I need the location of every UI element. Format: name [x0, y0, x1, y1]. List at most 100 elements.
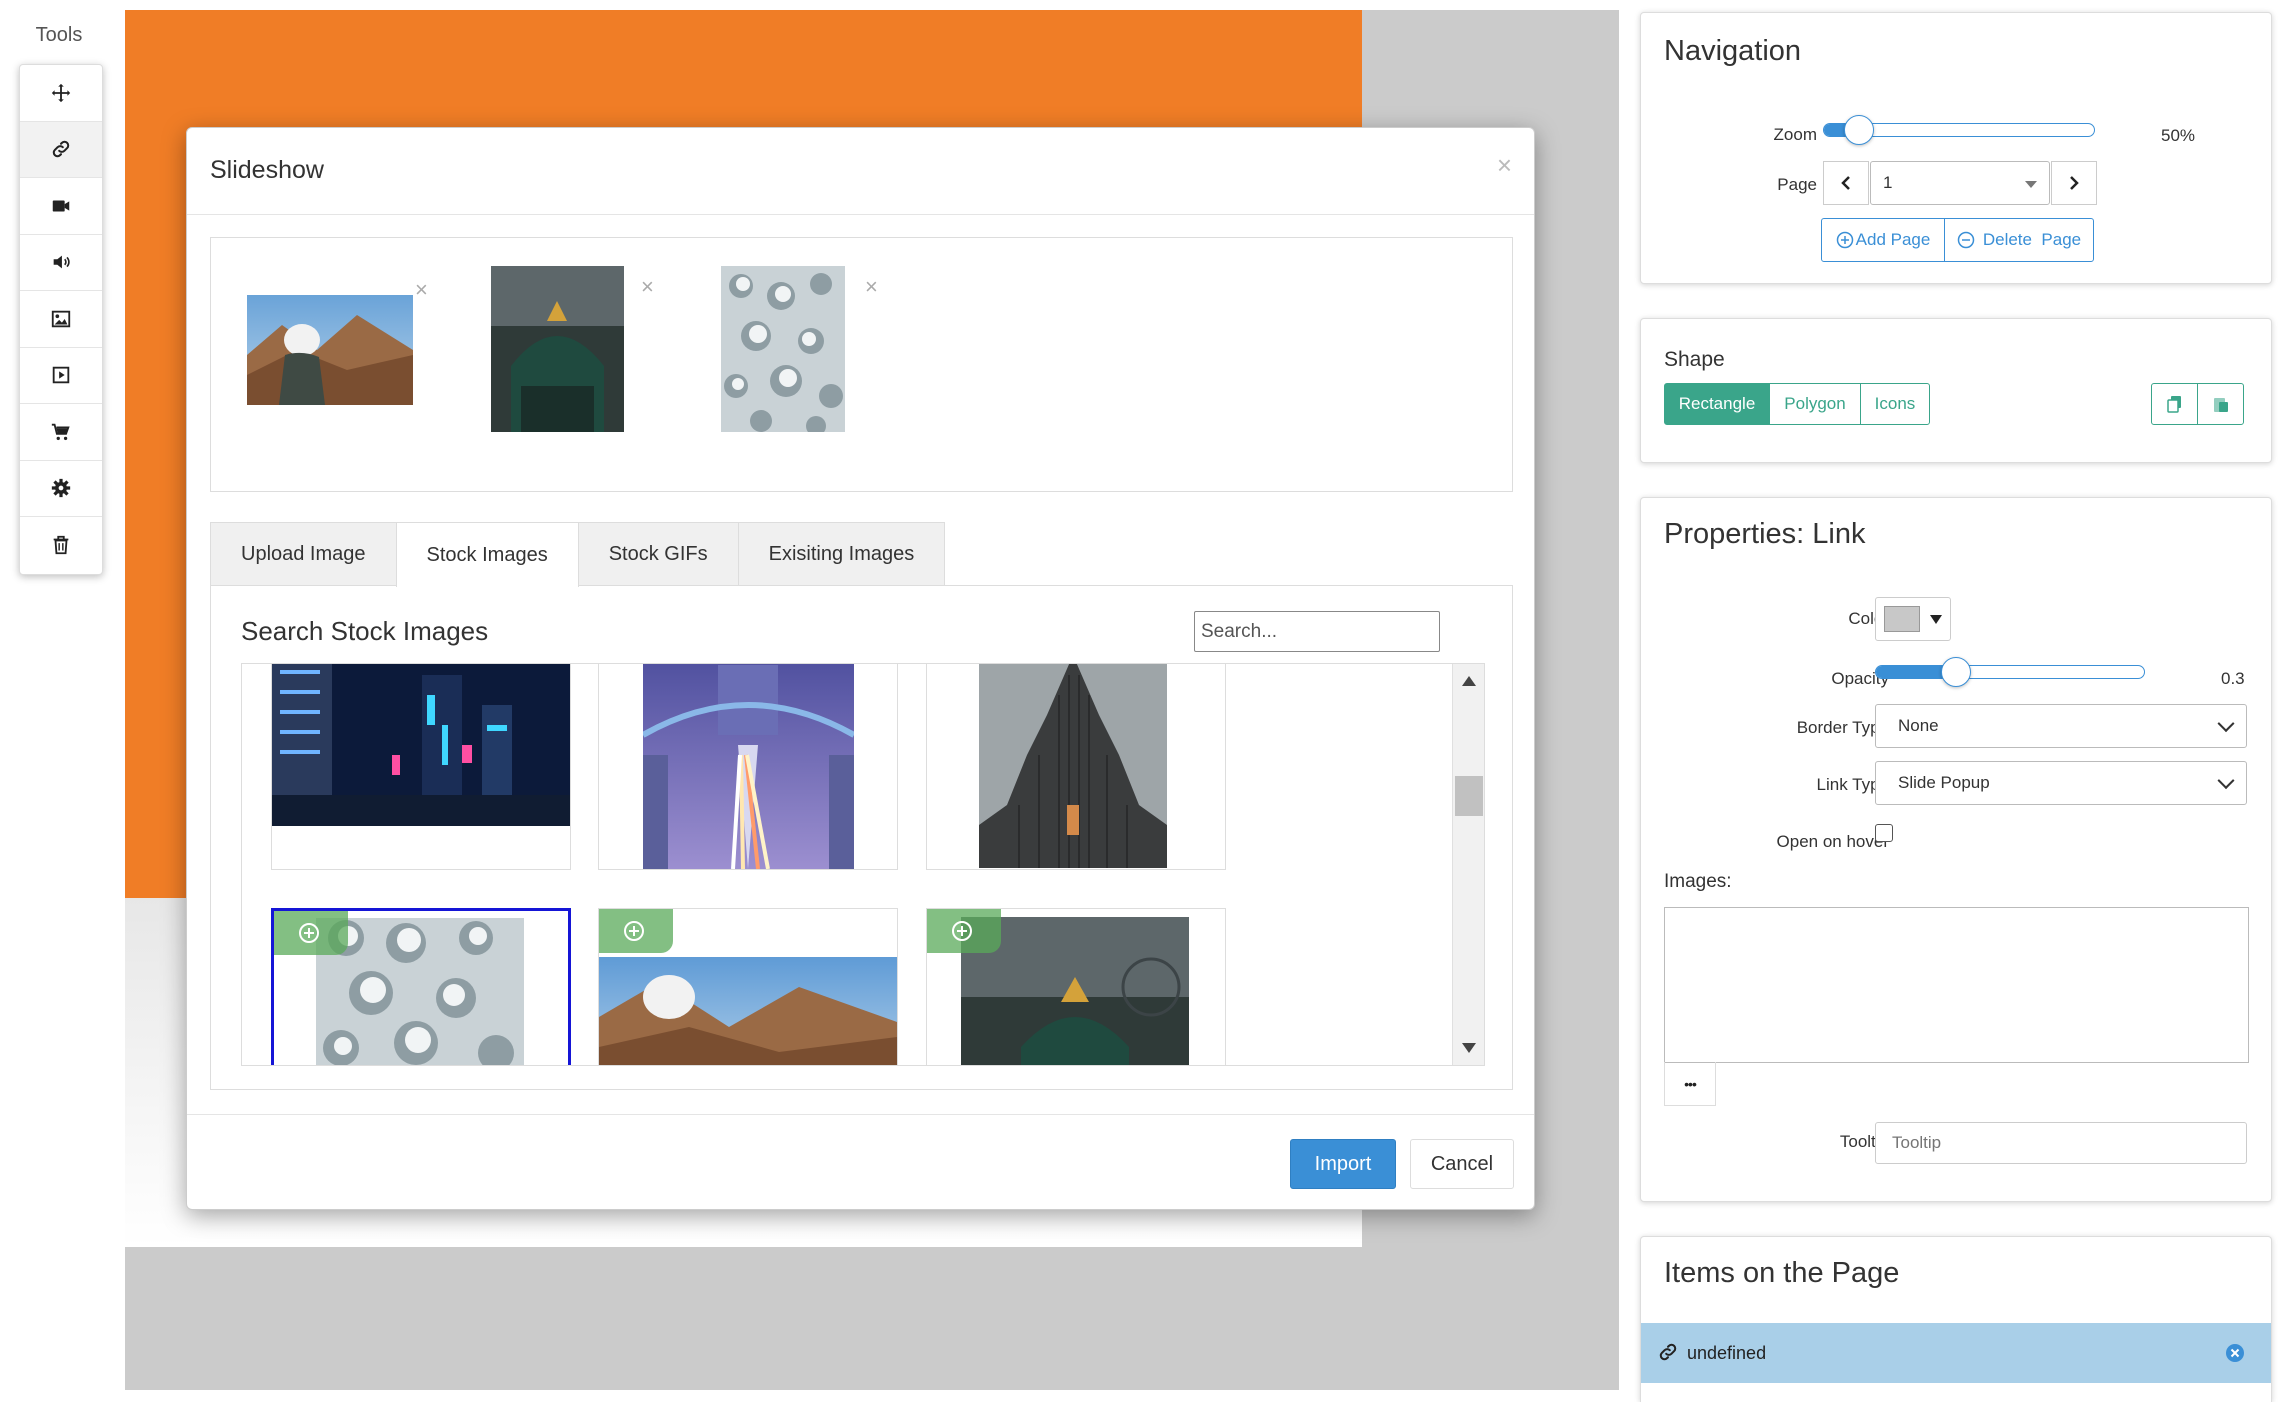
selected-thumbnail[interactable]: ×: [247, 279, 428, 405]
caret-down-icon: [1930, 615, 1942, 624]
prev-page-button[interactable]: [1823, 161, 1869, 205]
tooltip-input[interactable]: [1875, 1122, 2247, 1164]
zoom-value: 50%: [2161, 126, 2196, 145]
shape-icons-button[interactable]: Icons: [1860, 383, 1930, 425]
modal-close-button[interactable]: ×: [1497, 150, 1512, 181]
list-item[interactable]: undefined: [1641, 1323, 2271, 1383]
scrollbar-thumb[interactable]: [1455, 776, 1483, 816]
search-input[interactable]: [1194, 611, 1440, 652]
page-select-value: 1: [1883, 173, 1893, 192]
add-image-button[interactable]: [599, 909, 673, 953]
shape-panel: Shape Rectangle Polygon Icons: [1640, 318, 2272, 463]
opacity-slider-handle[interactable]: [1941, 657, 1971, 687]
remove-thumbnail-button[interactable]: ×: [641, 276, 654, 298]
add-page-label: Add Page: [1855, 230, 1931, 249]
stock-image-cell[interactable]: [271, 664, 571, 870]
delete-tool-button[interactable]: [20, 517, 102, 574]
image-tool-button[interactable]: [20, 291, 102, 348]
neon-city-image: [272, 664, 570, 826]
stock-image-cell[interactable]: [271, 908, 571, 1065]
add-page-button[interactable]: Add Page: [1821, 218, 1945, 262]
grid-scrollbar[interactable]: [1452, 664, 1484, 1065]
snowy-forest-image: [721, 266, 845, 436]
images-label: Images:: [1664, 871, 1732, 892]
stock-image-cell[interactable]: [598, 664, 898, 870]
copy-button[interactable]: [2151, 383, 2198, 425]
color-picker[interactable]: [1875, 597, 1951, 641]
stock-images-grid: [241, 663, 1485, 1066]
shape-title: Shape: [1664, 348, 1725, 371]
tab-existing-images[interactable]: Exisiting Images: [737, 522, 946, 586]
move-icon: [51, 83, 71, 102]
delete-page-button[interactable]: Delete Page: [1944, 218, 2094, 262]
more-options-button[interactable]: •••: [1664, 1062, 1716, 1106]
link-icon: [1659, 1343, 1677, 1361]
remove-thumbnail-button[interactable]: ×: [865, 276, 878, 298]
shape-rectangle-button[interactable]: Rectangle: [1664, 383, 1770, 425]
add-image-button[interactable]: [927, 909, 1001, 953]
tower-bridge-image: [643, 664, 854, 869]
open-on-hover-checkbox[interactable]: [1875, 824, 1893, 842]
border-type-select[interactable]: None: [1875, 704, 2247, 748]
cart-tool-button[interactable]: [20, 404, 102, 461]
stock-image-cell[interactable]: [926, 908, 1226, 1065]
link-icon: [52, 141, 70, 158]
border-type-label: Border Type: [1796, 718, 1889, 737]
images-box[interactable]: [1664, 907, 2249, 1063]
add-image-button[interactable]: [274, 911, 348, 955]
copy-icon: [2166, 396, 2181, 413]
shape-polygon-button[interactable]: Polygon: [1769, 383, 1861, 425]
tab-upload-image[interactable]: Upload Image: [210, 522, 397, 586]
minus-circle-icon: [1957, 231, 1975, 249]
mountain-person-image: [599, 957, 897, 1065]
plus-circle-icon: [952, 921, 972, 941]
zoom-slider[interactable]: [1823, 115, 2095, 145]
slideshow-modal: Slideshow × × × × Upload Image Stock Ima…: [186, 127, 1535, 1210]
video-tool-button[interactable]: [20, 178, 102, 235]
slideshow-tool-button[interactable]: [20, 348, 102, 404]
link-tool-button[interactable]: [20, 121, 102, 178]
selected-images-strip: × × ×: [210, 237, 1513, 492]
navigation-panel: Navigation Zoom 50% Page 1 Add Page Dele…: [1640, 12, 2272, 284]
trash-icon: [53, 536, 69, 555]
remove-item-icon[interactable]: [2225, 1343, 2245, 1363]
zoom-label: Zoom: [1773, 125, 1817, 144]
opacity-label: Opacity: [1831, 669, 1889, 688]
chevron-down-icon: [2217, 772, 2235, 790]
navigation-title: Navigation: [1664, 35, 1802, 67]
gear-icon: [51, 479, 71, 498]
modal-footer-divider: [187, 1114, 1534, 1115]
opacity-value: 0.3: [2221, 669, 2245, 688]
slideshow-icon: [52, 367, 70, 384]
tab-stock-images[interactable]: Stock Images: [395, 522, 579, 587]
page-label: Page: [1777, 175, 1817, 194]
stock-image-cell[interactable]: [598, 908, 898, 1065]
paste-button[interactable]: [2197, 383, 2244, 425]
audio-icon: [53, 255, 70, 269]
stock-image-cell[interactable]: [926, 664, 1226, 870]
cancel-button[interactable]: Cancel: [1410, 1139, 1514, 1189]
chevron-down-icon: [2217, 715, 2235, 733]
color-label: Color: [1848, 609, 1889, 628]
next-page-button[interactable]: [2051, 161, 2097, 205]
opacity-slider[interactable]: [1875, 657, 2145, 687]
remove-thumbnail-button[interactable]: ×: [415, 279, 428, 301]
link-type-select[interactable]: Slide Popup: [1875, 761, 2247, 805]
selected-thumbnail[interactable]: ×: [721, 266, 878, 436]
page-select[interactable]: 1: [1870, 161, 2050, 205]
church-tower-image: [979, 664, 1167, 868]
scroll-up-icon[interactable]: [1462, 676, 1476, 686]
tab-stock-gifs[interactable]: Stock GIFs: [577, 522, 739, 586]
zoom-slider-handle[interactable]: [1844, 115, 1874, 145]
list-item-label: undefined: [1687, 1343, 1767, 1363]
audio-tool-button[interactable]: [20, 235, 102, 291]
scroll-down-icon[interactable]: [1462, 1043, 1476, 1053]
move-tool-button[interactable]: [20, 65, 102, 122]
carousel-city-image: [491, 266, 624, 432]
stock-images-panel: Search Stock Images: [210, 585, 1513, 1090]
selected-thumbnail[interactable]: ×: [491, 266, 654, 432]
chevron-left-icon: [1841, 176, 1850, 190]
settings-tool-button[interactable]: [20, 461, 102, 517]
paste-icon: [2213, 398, 2228, 412]
import-button[interactable]: Import: [1290, 1139, 1396, 1189]
